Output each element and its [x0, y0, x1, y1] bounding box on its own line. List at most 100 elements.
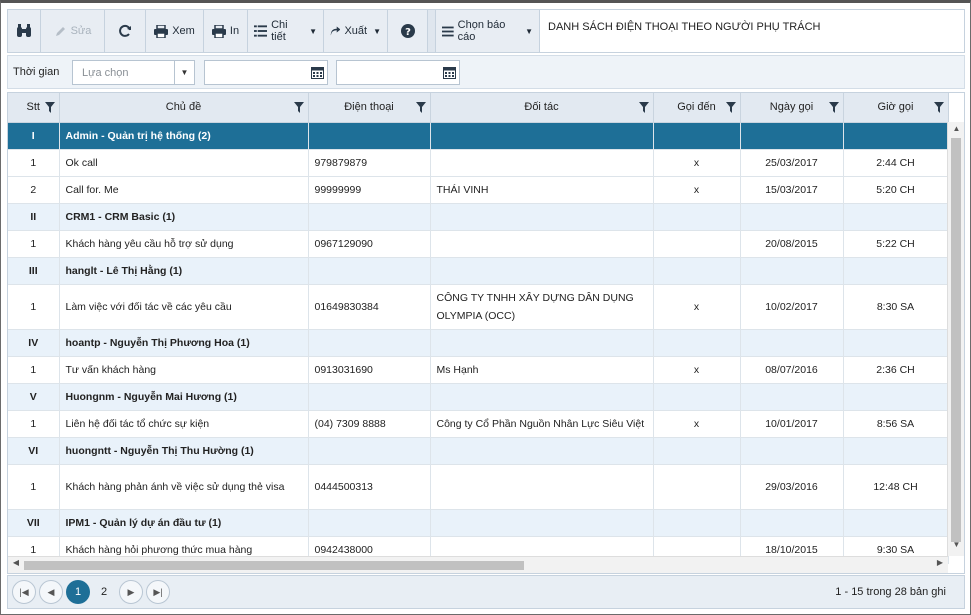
cell-time: 5:22 CH — [843, 230, 949, 258]
group-empty-cell — [653, 437, 741, 465]
calendar-icon[interactable] — [439, 61, 459, 84]
group-empty-cell — [430, 257, 654, 285]
vertical-scroll-thumb[interactable] — [951, 138, 961, 542]
filter-icon[interactable] — [725, 102, 736, 116]
group-row[interactable]: I Admin - Quản trị hệ thống (2) — [8, 122, 949, 150]
cell-phone: 979879879 — [308, 149, 431, 177]
date-to-field[interactable] — [336, 60, 460, 85]
column-header[interactable]: Gọi đến — [653, 93, 741, 123]
scroll-left-icon[interactable]: ◀ — [9, 558, 23, 572]
group-empty-cell — [308, 509, 431, 537]
group-title: IPM1 - Quản lý dự án đầu tư (1) — [59, 509, 309, 537]
group-row[interactable]: V Huongnm - Nguyễn Mai Hương (1) — [8, 383, 949, 411]
data-grid: Stt Chủ đề Điện thoại Đối tác Gọi đến Ngày gọ… — [7, 92, 965, 574]
filter-icon[interactable] — [828, 102, 839, 116]
period-select-placeholder: Lựa chọn — [82, 67, 129, 79]
column-header[interactable]: Chủ đề — [59, 93, 309, 123]
filter-icon[interactable] — [415, 102, 426, 116]
group-row[interactable]: VII IPM1 - Quản lý dự án đầu tư (1) — [8, 509, 949, 537]
table-row[interactable]: 1 Làm việc với đối tác về các yêu cầu 0164… — [8, 284, 949, 330]
column-header[interactable]: Đối tác — [430, 93, 654, 123]
group-empty-cell — [740, 257, 844, 285]
group-row[interactable]: II CRM1 - CRM Basic (1) — [8, 203, 949, 231]
view-button[interactable]: Xem — [146, 10, 204, 52]
column-header[interactable]: Điện thoại — [308, 93, 431, 123]
group-empty-cell — [740, 383, 844, 411]
menu-icon — [442, 26, 454, 36]
binoculars-button[interactable] — [8, 10, 41, 52]
filter-bar: Thời gian Lựa chọn ▼ — [7, 55, 965, 89]
cell-stt: 1 — [8, 410, 60, 438]
cell-stt: 1 — [8, 284, 60, 330]
period-select[interactable]: Lựa chọn ▼ — [72, 60, 195, 85]
svg-text:?: ? — [405, 27, 411, 38]
choose-report-button[interactable]: Chọn báo cáo ▼ — [436, 10, 539, 52]
group-empty-cell — [740, 122, 844, 150]
group-stt: VII — [8, 509, 60, 537]
horizontal-scroll-thumb[interactable] — [24, 561, 524, 570]
group-row[interactable]: III hanglt - Lê Thị Hằng (1) — [8, 257, 949, 285]
scroll-up-icon[interactable]: ▲ — [948, 124, 964, 138]
prev-page-button[interactable]: ◀ — [39, 580, 63, 604]
cell-phone: 01649830384 — [308, 284, 431, 330]
group-row[interactable]: IV hoantp - Nguyễn Thị Phương Hoa (1) — [8, 329, 949, 357]
table-row[interactable]: 2 Call for. Me 99999999 THÁI VINH x 15/03/201… — [8, 176, 949, 204]
group-stt: VI — [8, 437, 60, 465]
table-row[interactable]: 1 Khách hàng yêu cầu hỗ trợ sử dụng 096712… — [8, 230, 949, 258]
cell-incoming: x — [653, 176, 741, 204]
group-empty-cell — [843, 257, 949, 285]
cell-subject: Tư vấn khách hàng — [59, 356, 309, 384]
next-page-button[interactable]: ▶ — [119, 580, 143, 604]
grid-table: Stt Chủ đề Điện thoại Đối tác Gọi đến Ngày gọ… — [8, 93, 949, 564]
column-header-label: Giờ gọi — [877, 101, 914, 114]
table-row[interactable]: 1 Ok call 979879879 x 25/03/2017 2:44 CH — [8, 149, 949, 177]
group-empty-cell — [308, 437, 431, 465]
table-row[interactable]: 1 Tư vấn khách hàng 0913031690 Ms Hạnh x 08/0… — [8, 356, 949, 384]
cell-date: 10/01/2017 — [740, 410, 844, 438]
horizontal-scrollbar[interactable]: ◀ ▶ — [8, 556, 948, 573]
pager: |◀ ◀ 1 2 ▶ ▶| 1 - 15 trong 28 bản ghi — [7, 575, 965, 609]
group-empty-cell — [653, 257, 741, 285]
cell-incoming — [653, 230, 741, 258]
detail-button[interactable]: Chi tiết ▼ — [248, 10, 324, 52]
table-row[interactable]: 1 Khách hàng phản ánh về việc sử dụng thẻ… — [8, 464, 949, 510]
app-window: Sửa Xem In Chi tiết ▼ Xuất ▼ ? Chọn báo … — [0, 0, 971, 615]
filter-icon[interactable] — [638, 102, 649, 116]
caret-down-icon: ▼ — [373, 26, 381, 36]
cell-time: 8:56 SA — [843, 410, 949, 438]
column-header[interactable]: Stt — [8, 93, 60, 123]
filter-icon[interactable] — [44, 102, 55, 116]
column-header[interactable]: Ngày gọi — [740, 93, 844, 123]
edit-button[interactable]: Sửa — [41, 10, 105, 52]
group-row[interactable]: VI huongntt - Nguyễn Thị Thu Hường (1) — [8, 437, 949, 465]
calendar-icon[interactable] — [307, 61, 327, 84]
cell-time: 12:48 CH — [843, 464, 949, 510]
help-button[interactable]: ? — [388, 10, 428, 52]
toolbar: Sửa Xem In Chi tiết ▼ Xuất ▼ ? Chọn báo … — [7, 9, 965, 53]
table-row[interactable]: 1 Liên hệ đối tác tổ chức sự kiện (04) 730… — [8, 410, 949, 438]
refresh-button[interactable] — [105, 10, 146, 52]
chevron-down-icon[interactable]: ▼ — [174, 61, 194, 84]
group-empty-cell — [843, 329, 949, 357]
scroll-down-icon[interactable]: ▼ — [948, 540, 964, 554]
scroll-right-icon[interactable]: ▶ — [933, 558, 947, 572]
date-from-field[interactable] — [204, 60, 328, 85]
cell-stt: 2 — [8, 176, 60, 204]
first-page-button[interactable]: |◀ — [12, 580, 36, 604]
group-empty-cell — [430, 383, 654, 411]
cell-subject: Khách hàng yêu cầu hỗ trợ sử dụng — [59, 230, 309, 258]
export-button[interactable]: Xuất ▼ — [324, 10, 388, 52]
print-button[interactable]: In — [204, 10, 248, 52]
group-empty-cell — [653, 203, 741, 231]
column-header[interactable]: Giờ gọi — [843, 93, 949, 123]
group-empty-cell — [308, 122, 431, 150]
filter-icon[interactable] — [293, 102, 304, 116]
filter-icon[interactable] — [933, 102, 944, 116]
cell-partner — [430, 230, 654, 258]
vertical-scrollbar[interactable]: ▲ ▼ — [947, 122, 964, 556]
page-2-button[interactable]: 2 — [92, 580, 116, 604]
last-page-button[interactable]: ▶| — [146, 580, 170, 604]
group-title: hanglt - Lê Thị Hằng (1) — [59, 257, 309, 285]
print-label: In — [229, 25, 240, 37]
page-1-button[interactable]: 1 — [66, 580, 90, 604]
